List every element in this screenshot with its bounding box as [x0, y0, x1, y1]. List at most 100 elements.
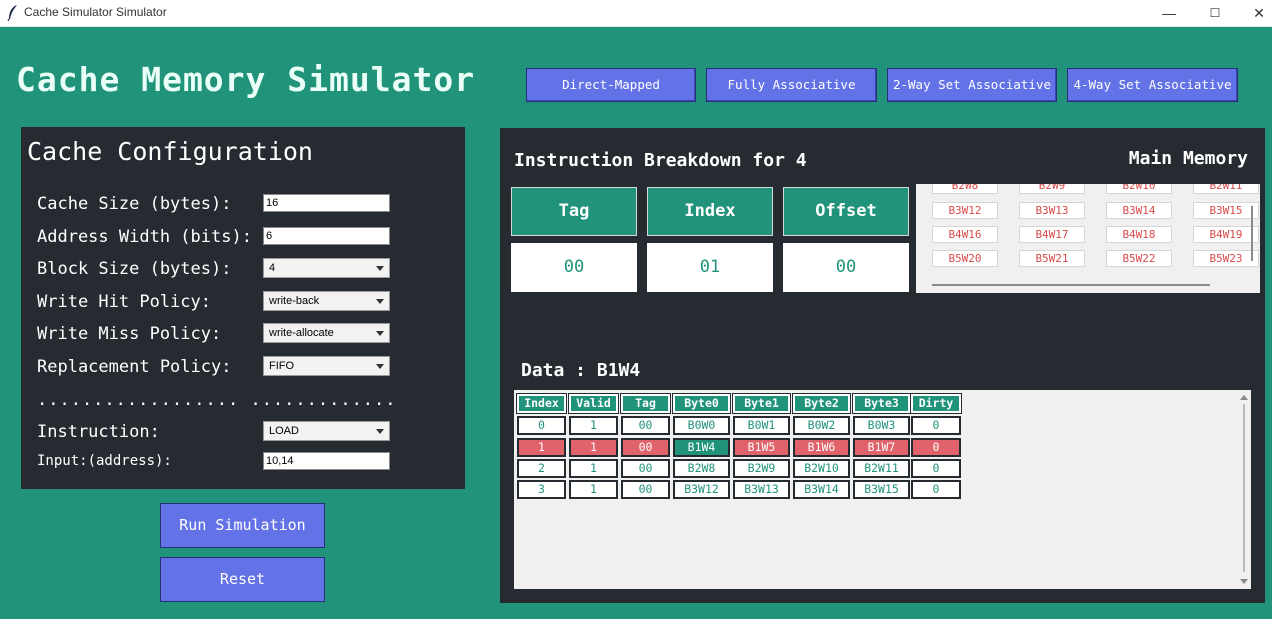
table-cell: 1	[569, 480, 618, 499]
instruction-label: Instruction:	[37, 422, 160, 442]
index-header: Index	[647, 187, 773, 236]
write-miss-policy-value: write-allocate	[269, 327, 334, 339]
table-cell: B0W1	[733, 416, 790, 435]
table-header-cell: Dirty	[910, 393, 962, 414]
chevron-down-icon	[376, 266, 384, 271]
memory-cell: B2W8	[932, 184, 998, 194]
main-memory-horizontal-scrollbar[interactable]	[932, 284, 1210, 286]
app-title: Cache Memory Simulator	[16, 60, 476, 99]
tag-value: 00	[511, 243, 637, 292]
write-hit-policy-value: write-back	[269, 295, 320, 307]
fully-associative-button[interactable]: Fully Associative	[706, 68, 877, 102]
close-button[interactable]: ✕	[1236, 0, 1272, 26]
table-cell: B3W13	[733, 480, 790, 499]
table-cell: 0	[911, 480, 961, 499]
write-hit-policy-label: Write Hit Policy:	[37, 292, 211, 312]
table-cell: 0	[911, 459, 961, 478]
memory-cell: B2W10	[1106, 184, 1172, 194]
table-cell: 1	[569, 438, 618, 457]
table-cell: B1W5	[733, 438, 790, 457]
instruction-select[interactable]: LOAD	[263, 421, 390, 441]
scroll-up-icon[interactable]	[1240, 395, 1248, 400]
block-size-select[interactable]: 4	[263, 258, 390, 278]
table-cell: B1W7	[853, 438, 910, 457]
table-cell: 0	[911, 416, 961, 435]
table-cell: 1	[517, 438, 566, 457]
table-cell: B2W10	[793, 459, 850, 478]
main-memory-vertical-scrollbar[interactable]	[1251, 206, 1253, 261]
memory-cell: B4W17	[1019, 226, 1085, 243]
table-cell: B2W8	[673, 459, 730, 478]
replacement-policy-select[interactable]: FIFO	[263, 356, 390, 376]
table-cell: B3W14	[793, 480, 850, 499]
main-memory-title: Main Memory	[1128, 148, 1248, 169]
replacement-policy-label: Replacement Policy:	[37, 357, 232, 377]
direct-mapped-button[interactable]: Direct-Mapped	[526, 68, 696, 102]
table-cell: 1	[569, 416, 618, 435]
minimize-button[interactable]: —	[1146, 0, 1192, 26]
cache-data-view[interactable]: Index Valid Tag Byte0 Byte1 Byte2 Byte3 Dirty 0 1…	[514, 390, 1251, 589]
chevron-down-icon	[376, 331, 384, 336]
table-cell: B1W4	[673, 438, 730, 457]
write-miss-policy-select[interactable]: write-allocate	[263, 323, 390, 343]
chevron-down-icon	[376, 429, 384, 434]
table-cell: 0	[911, 438, 961, 457]
input-address-field[interactable]: 10,14	[263, 452, 390, 470]
table-cell: 3	[517, 480, 566, 499]
scroll-down-icon[interactable]	[1240, 579, 1248, 584]
offset-value: 00	[783, 243, 909, 292]
tag-header: Tag	[511, 187, 637, 236]
table-cell: 00	[621, 480, 670, 499]
table-header-cell: Byte3	[852, 393, 911, 414]
memory-cell: B2W11	[1193, 184, 1259, 194]
data-title: Data : B1W4	[521, 360, 641, 381]
memory-cell: B3W12	[932, 202, 998, 219]
memory-cell: B3W13	[1019, 202, 1085, 219]
table-header-cell: Byte1	[732, 393, 791, 414]
instruction-breakdown-title: Instruction Breakdown for 4	[514, 150, 807, 171]
cache-size-input[interactable]: 16	[263, 194, 390, 212]
window-titlebar: Cache Simulator Simulator — ☐ ✕	[0, 0, 1272, 27]
table-cell: 2	[517, 459, 566, 478]
table-cell: B2W9	[733, 459, 790, 478]
four-way-set-associative-button[interactable]: 4-Way Set Associative	[1067, 68, 1238, 102]
offset-header: Offset	[783, 187, 909, 236]
scrollbar-thumb[interactable]	[1243, 404, 1245, 572]
config-title: Cache Configuration	[27, 137, 313, 166]
memory-cell: B4W16	[932, 226, 998, 243]
window-title: Cache Simulator Simulator	[24, 5, 167, 19]
run-simulation-button[interactable]: Run Simulation	[160, 503, 325, 548]
table-cell: 00	[621, 438, 670, 457]
memory-cell: B5W23	[1193, 250, 1259, 267]
table-cell: 0	[517, 416, 566, 435]
table-cell: B0W0	[673, 416, 730, 435]
write-miss-policy-label: Write Miss Policy:	[37, 324, 222, 344]
address-width-input[interactable]: 6	[263, 227, 390, 245]
memory-cell: B5W21	[1019, 250, 1085, 267]
write-hit-policy-select[interactable]: write-back	[263, 291, 390, 311]
feather-icon	[7, 5, 17, 22]
table-header-cell: Byte0	[672, 393, 731, 414]
instruction-value: LOAD	[269, 425, 299, 437]
main-memory-view[interactable]: B2W8 B2W9 B2W10 B2W11 B3W12 B3W13 B3W14 B3W15 B4…	[916, 184, 1260, 293]
block-size-label: Block Size (bytes):	[37, 259, 232, 279]
maximize-button[interactable]: ☐	[1192, 0, 1238, 26]
separator: .................. .............	[37, 390, 397, 410]
table-header-cell: Byte2	[792, 393, 851, 414]
table-header-cell: Valid	[568, 393, 619, 414]
table-cell: 00	[621, 416, 670, 435]
memory-cell: B2W9	[1019, 184, 1085, 194]
cache-data-scrollbar[interactable]	[1236, 390, 1251, 589]
memory-cell: B3W14	[1106, 202, 1172, 219]
reset-button[interactable]: Reset	[160, 557, 325, 602]
memory-cell: B5W22	[1106, 250, 1172, 267]
table-cell: B3W15	[853, 480, 910, 499]
simulation-panel: Instruction Breakdown for 4 Main Memory …	[500, 128, 1265, 603]
table-header-cell: Index	[516, 393, 567, 414]
memory-cell: B3W15	[1193, 202, 1259, 219]
table-cell: 1	[569, 459, 618, 478]
two-way-set-associative-button[interactable]: 2-Way Set Associative	[887, 68, 1057, 102]
address-width-label: Address Width (bits):	[37, 227, 252, 247]
table-cell: 00	[621, 459, 670, 478]
cache-configuration-panel: Cache Configuration Cache Size (bytes): …	[21, 127, 465, 489]
